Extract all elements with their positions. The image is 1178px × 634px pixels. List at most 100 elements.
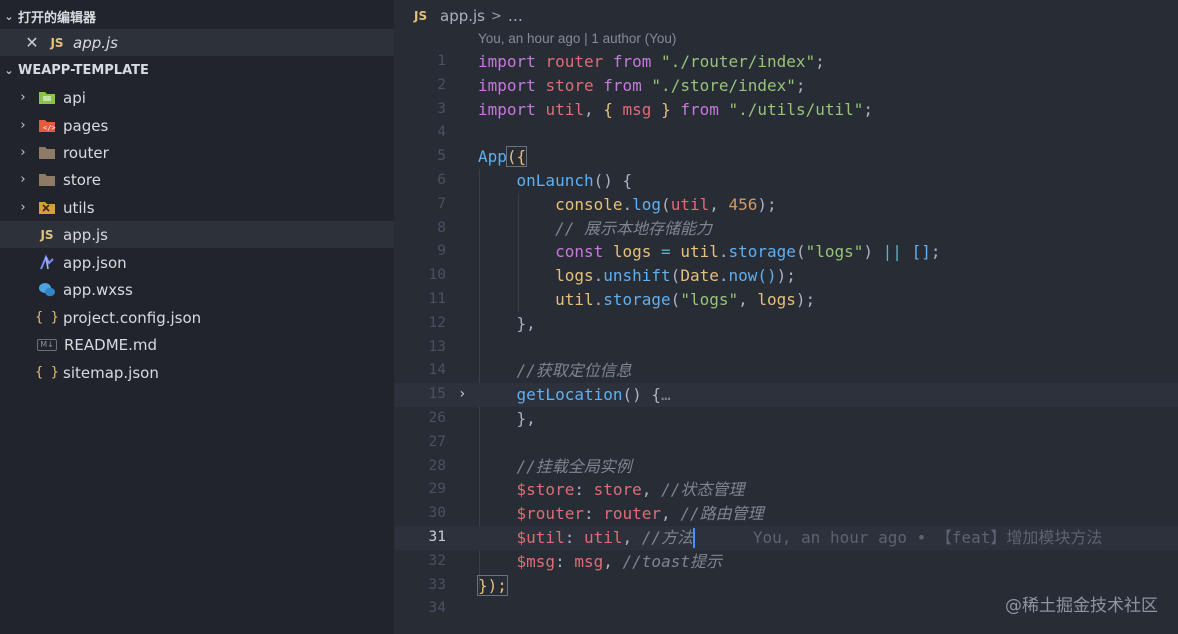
git-codelens[interactable]: You, an hour ago | 1 author (You)	[478, 31, 676, 46]
comment: // 展示本地存储能力	[555, 218, 712, 238]
js-file-icon: JS	[40, 227, 54, 242]
keyword: import	[478, 52, 536, 71]
code-line[interactable]: 6 onLaunch() {	[394, 169, 1178, 193]
code-line[interactable]: 30 $router: router, //路由管理	[394, 502, 1178, 526]
line-number: 33	[428, 576, 446, 593]
code-editor[interactable]: JS app.js > … You, an hour ago | 1 autho…	[394, 0, 1178, 634]
code-line[interactable]: 26 },	[394, 407, 1178, 431]
tree-folder-router[interactable]: › router	[0, 139, 394, 166]
code-line[interactable]: 14 //获取定位信息	[394, 359, 1178, 383]
code-line[interactable]: 5 App({	[394, 145, 1178, 169]
string-literal: "./store/index"	[651, 75, 796, 95]
chevron-right-icon: ›	[20, 145, 26, 160]
comment: //路由管理	[680, 504, 764, 524]
keyword: import	[478, 75, 536, 95]
punctuation: .	[622, 194, 633, 214]
tree-file-app-js[interactable]: JS app.js	[0, 221, 394, 248]
property-key: $router	[516, 504, 584, 524]
line-number: 1	[437, 53, 446, 69]
tree-file-app-json[interactable]: app.json	[0, 249, 394, 276]
operator: ||	[882, 242, 902, 262]
watermark: @稀土掘金技术社区	[1005, 596, 1158, 616]
punctuation: (	[670, 290, 681, 309]
code-line[interactable]: 32 $msg: msg, //toast提示	[394, 550, 1178, 574]
tree-file-app-wxss[interactable]: app.wxss	[0, 276, 394, 303]
tree-label: router	[63, 143, 109, 162]
tree-file-sitemap-json[interactable]: { } sitemap.json	[0, 359, 394, 386]
git-blame-annotation: You, an hour ago • 【feat】增加模块方法	[752, 528, 1103, 547]
code-line[interactable]: 9 const logs = util.storage("logs") || […	[394, 240, 1178, 264]
code-line[interactable]: 11 util.storage("logs", logs);	[394, 288, 1178, 312]
breadcrumb[interactable]: JS app.js > …	[414, 6, 523, 26]
identifier: msg	[574, 551, 604, 571]
punctuation: () {	[622, 385, 662, 405]
chevron-right-icon: ›	[20, 90, 26, 105]
tree-folder-store[interactable]: › store	[0, 166, 394, 193]
open-editor-item-app-js[interactable]: ✕ JS app.js	[0, 29, 394, 56]
punctuation: ,	[709, 194, 719, 214]
line-number: 14	[428, 362, 446, 379]
identifier: store	[545, 75, 594, 95]
code-line[interactable]: 28 //挂载全局实例	[394, 455, 1178, 479]
code-line[interactable]: 4	[394, 121, 1178, 145]
api-folder-icon	[38, 89, 56, 107]
line-number: 13	[428, 338, 446, 355]
punctuation: :	[564, 528, 575, 547]
code-line[interactable]: 2 import store from "./store/index";	[394, 74, 1178, 98]
function-name: unshift	[603, 266, 671, 286]
punctuation: .	[718, 242, 729, 262]
punctuation: );	[795, 290, 816, 309]
code-line[interactable]: 12 },	[394, 312, 1178, 336]
punctuation: ,	[622, 528, 633, 547]
code-line[interactable]: 10 logs.unshift(Date.now());	[394, 264, 1178, 288]
code-line[interactable]: 29 $store: store, //状态管理	[394, 478, 1178, 502]
code-line-current[interactable]: 31 $util: util, //方法 You, an hour ago • …	[394, 526, 1178, 550]
pages-folder-icon: </>	[38, 117, 56, 135]
json-file-icon: { }	[35, 365, 59, 380]
tree-label: utils	[63, 198, 95, 217]
code-line[interactable]: 3 import util, { msg } from "./utils/util…	[394, 98, 1178, 122]
code-line[interactable]: 13	[394, 336, 1178, 360]
tree-file-readme-md[interactable]: M↓ README.md	[0, 331, 394, 358]
tree-label: app.wxss	[63, 280, 133, 299]
open-editors-header[interactable]: ⌄ 打开的编辑器	[0, 3, 394, 29]
fold-expand-icon[interactable]: ›	[458, 383, 466, 407]
punctuation: );	[776, 266, 796, 286]
tree-label: project.config.json	[63, 308, 202, 327]
punctuation: :	[583, 504, 594, 524]
comment: //获取定位信息	[516, 361, 632, 381]
string-literal: "./utils/util"	[728, 99, 864, 119]
js-file-icon: JS	[414, 9, 428, 23]
punctuation: .	[593, 266, 604, 286]
array-literal: []	[911, 242, 931, 262]
tree-file-project-config-json[interactable]: { } project.config.json	[0, 304, 394, 331]
line-number: 26	[428, 410, 446, 426]
close-icon[interactable]: ✕	[24, 33, 40, 52]
tree-folder-api[interactable]: › api	[0, 84, 394, 111]
project-header[interactable]: ⌄ WEAPP-TEMPLATE	[0, 57, 394, 83]
punctuation: ;	[930, 242, 941, 262]
code-line[interactable]: 1 import router from "./router/index";	[394, 50, 1178, 74]
code-line[interactable]: 27	[394, 431, 1178, 455]
wechat-icon	[38, 281, 56, 299]
tree-folder-utils[interactable]: › utils	[0, 194, 394, 221]
js-file-icon: JS	[50, 35, 64, 50]
line-number: 27	[428, 433, 446, 450]
svg-text:</>: </>	[43, 124, 56, 132]
code-line[interactable]: 7 console.log(util, 456);	[394, 193, 1178, 217]
identifier: util	[583, 528, 623, 547]
breadcrumb-more[interactable]: …	[508, 7, 523, 25]
breadcrumb-file[interactable]: app.js	[440, 7, 485, 25]
code-line-folded[interactable]: 15 › getLocation() {…	[394, 383, 1178, 407]
tree-label: store	[63, 170, 101, 189]
identifier: store	[593, 480, 642, 500]
line-number: 34	[428, 600, 446, 617]
punctuation: ;	[863, 99, 874, 119]
punctuation: ;	[815, 52, 825, 71]
code-line[interactable]: 8 // 展示本地存储能力	[394, 217, 1178, 241]
function-name: now	[728, 266, 758, 286]
tree-folder-pages[interactable]: › </> pages	[0, 112, 394, 139]
folded-region-chip[interactable]: …	[661, 385, 671, 404]
property-key: $msg	[516, 551, 556, 571]
punctuation: (	[670, 266, 681, 286]
